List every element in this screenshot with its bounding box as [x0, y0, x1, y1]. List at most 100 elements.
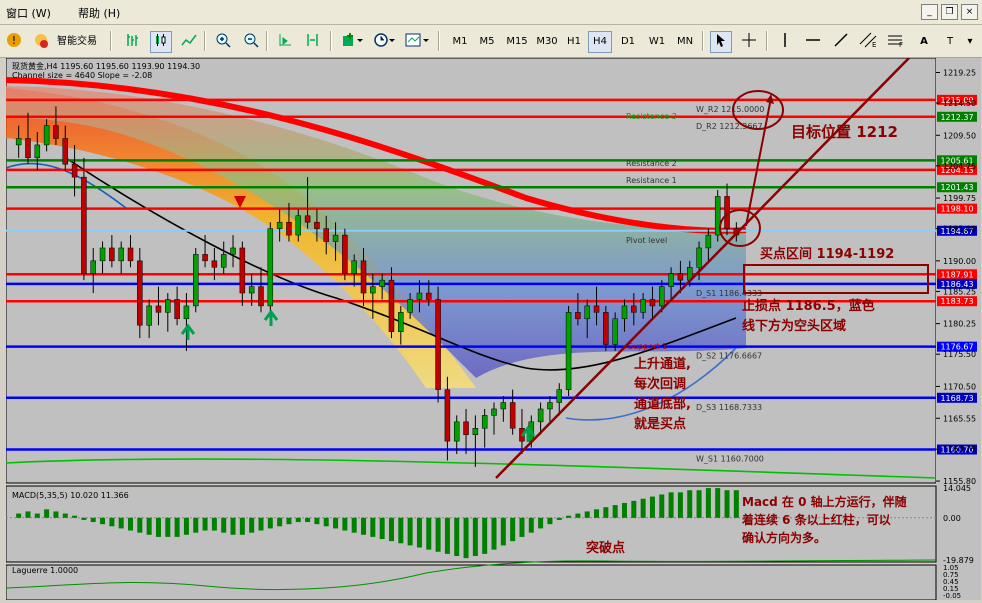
macd-bar — [538, 517, 544, 529]
minimize-button[interactable]: _ — [921, 4, 938, 20]
macd-bar — [249, 517, 255, 533]
candle-body — [705, 234, 712, 249]
chart-shift-icon[interactable] — [302, 31, 324, 53]
candle-body — [398, 312, 404, 332]
macd-bar — [118, 517, 124, 529]
timeframe-m5[interactable]: M5 — [474, 31, 500, 53]
toolbar: ! 智能交易 M1 M5 M15 M30 H1 H4 D1 W1 MN E F … — [0, 25, 982, 58]
cursor-icon[interactable] — [710, 31, 732, 53]
timeframe-h4[interactable]: H4 — [588, 31, 612, 53]
candle-body — [621, 305, 628, 320]
y-tick-label: 1204.75 — [943, 162, 976, 171]
text-label-tool[interactable]: A — [914, 31, 934, 53]
candle-body — [230, 247, 236, 255]
svg-text:!: ! — [12, 34, 16, 47]
zoom-out-icon[interactable] — [240, 31, 262, 53]
macd-bar — [305, 517, 311, 523]
candle-body — [565, 312, 572, 390]
macd-bar — [407, 517, 413, 546]
line-chart-icon[interactable] — [178, 31, 200, 53]
label-support-1: Support 1 — [628, 342, 667, 351]
candle-body — [575, 312, 581, 320]
autoscroll-icon[interactable] — [274, 31, 296, 53]
autotrade-button[interactable]: 智能交易 — [52, 31, 102, 53]
macd-bar — [388, 517, 394, 542]
trendline-icon[interactable] — [830, 31, 852, 53]
candle-body — [127, 247, 134, 262]
indicators-icon[interactable] — [338, 31, 366, 53]
label-resistance-3: Resistance 3 — [626, 112, 677, 121]
macd-bar — [696, 490, 702, 518]
candlestick-icon[interactable] — [150, 31, 172, 53]
chart-title: 现货黄金,H4 1195.60 1195.60 1193.90 1194.30 — [12, 61, 200, 71]
chevron-down-icon[interactable]: ▾ — [962, 31, 978, 53]
expert-advisor-icon[interactable] — [30, 31, 52, 53]
macd-bar — [649, 496, 655, 518]
macd-bar — [286, 517, 292, 525]
horizontal-line-icon[interactable] — [802, 31, 824, 53]
macd-bar — [435, 517, 441, 552]
macd-bar — [295, 517, 301, 523]
annotation-stop-2: 线下方为空头区域 — [742, 318, 846, 334]
candle-body — [314, 221, 320, 229]
price-line-label: D_S3 1168.7333 — [696, 403, 762, 412]
timeframe-mn[interactable]: MN — [672, 31, 698, 53]
bar-chart-icon[interactable] — [122, 31, 144, 53]
timeframe-m1[interactable]: M1 — [448, 31, 472, 53]
candle-body — [659, 286, 665, 307]
annotation-macd-1: Macd 在 0 轴上方运行，伴随 — [742, 494, 907, 509]
warning-icon[interactable]: ! — [4, 31, 24, 53]
macd-bar — [342, 517, 348, 531]
candle-body — [220, 254, 227, 268]
crosshair-icon[interactable] — [738, 31, 760, 53]
annotation-buy-zone: 买点区间 1194-1192 — [760, 246, 894, 262]
macd-bar — [528, 517, 534, 533]
annotation-channel-2: 每次回调 — [634, 376, 686, 392]
candle-body — [137, 260, 143, 326]
macd-bar — [584, 511, 590, 518]
macd-bar — [724, 490, 730, 518]
fibonacci-icon[interactable]: F — [884, 31, 908, 53]
restore-button[interactable]: ❐ — [941, 4, 958, 20]
templates-icon[interactable] — [402, 31, 432, 53]
candle-body — [304, 215, 311, 223]
zoom-in-icon[interactable] — [212, 31, 234, 53]
candle-body — [696, 247, 702, 268]
candle-body — [491, 408, 497, 416]
annotation-channel-3: 通道底部, — [634, 396, 691, 412]
timeframe-w1[interactable]: W1 — [644, 31, 670, 53]
periods-icon[interactable] — [370, 31, 398, 53]
macd-bar — [221, 517, 227, 533]
candle-body — [183, 305, 190, 320]
macd-bar — [631, 500, 637, 518]
macd-tick-label: 0.00 — [943, 514, 961, 523]
macd-bar — [715, 488, 721, 518]
chart-svg[interactable]: W_R2 1215.00001215.00D_R2 1212.36671212.… — [5, 57, 981, 601]
timeframe-d1[interactable]: D1 — [616, 31, 640, 53]
close-button[interactable]: × — [961, 4, 978, 20]
equidistant-channel-icon[interactable]: E — [856, 31, 880, 53]
timeframe-m30[interactable]: M30 — [532, 31, 562, 53]
text-tool[interactable]: T — [940, 31, 960, 53]
macd-bar — [72, 515, 78, 518]
timeframe-h1[interactable]: H1 — [562, 31, 586, 53]
y-tick-label: 1214.50 — [943, 99, 976, 108]
macd-tick-label: 14.045 — [943, 484, 971, 493]
macd-bar — [687, 490, 693, 518]
timeframe-m15[interactable]: M15 — [502, 31, 532, 53]
vertical-line-icon[interactable] — [774, 31, 796, 53]
chart-area[interactable]: W_R2 1215.0000 1215.00 D_R2 1212.3667 1212.… — [5, 57, 981, 601]
candle-body — [584, 305, 590, 320]
menu-window[interactable]: 窗口 (W) — [6, 5, 51, 21]
candle-body — [118, 247, 124, 262]
menu-help[interactable]: 帮助 (H) — [78, 5, 120, 21]
price-tag-label: 1168.73 — [940, 394, 973, 403]
y-tick-label: 1160.75 — [943, 445, 976, 454]
macd-bar — [128, 517, 134, 531]
price-tag-label: 1201.43 — [940, 183, 973, 192]
price-tag-label: 1198.10 — [940, 205, 973, 214]
price-line-label: Resistance 1 — [626, 176, 677, 185]
candle-body — [323, 228, 329, 242]
candle-body — [481, 415, 488, 429]
macd-bar — [230, 517, 236, 535]
